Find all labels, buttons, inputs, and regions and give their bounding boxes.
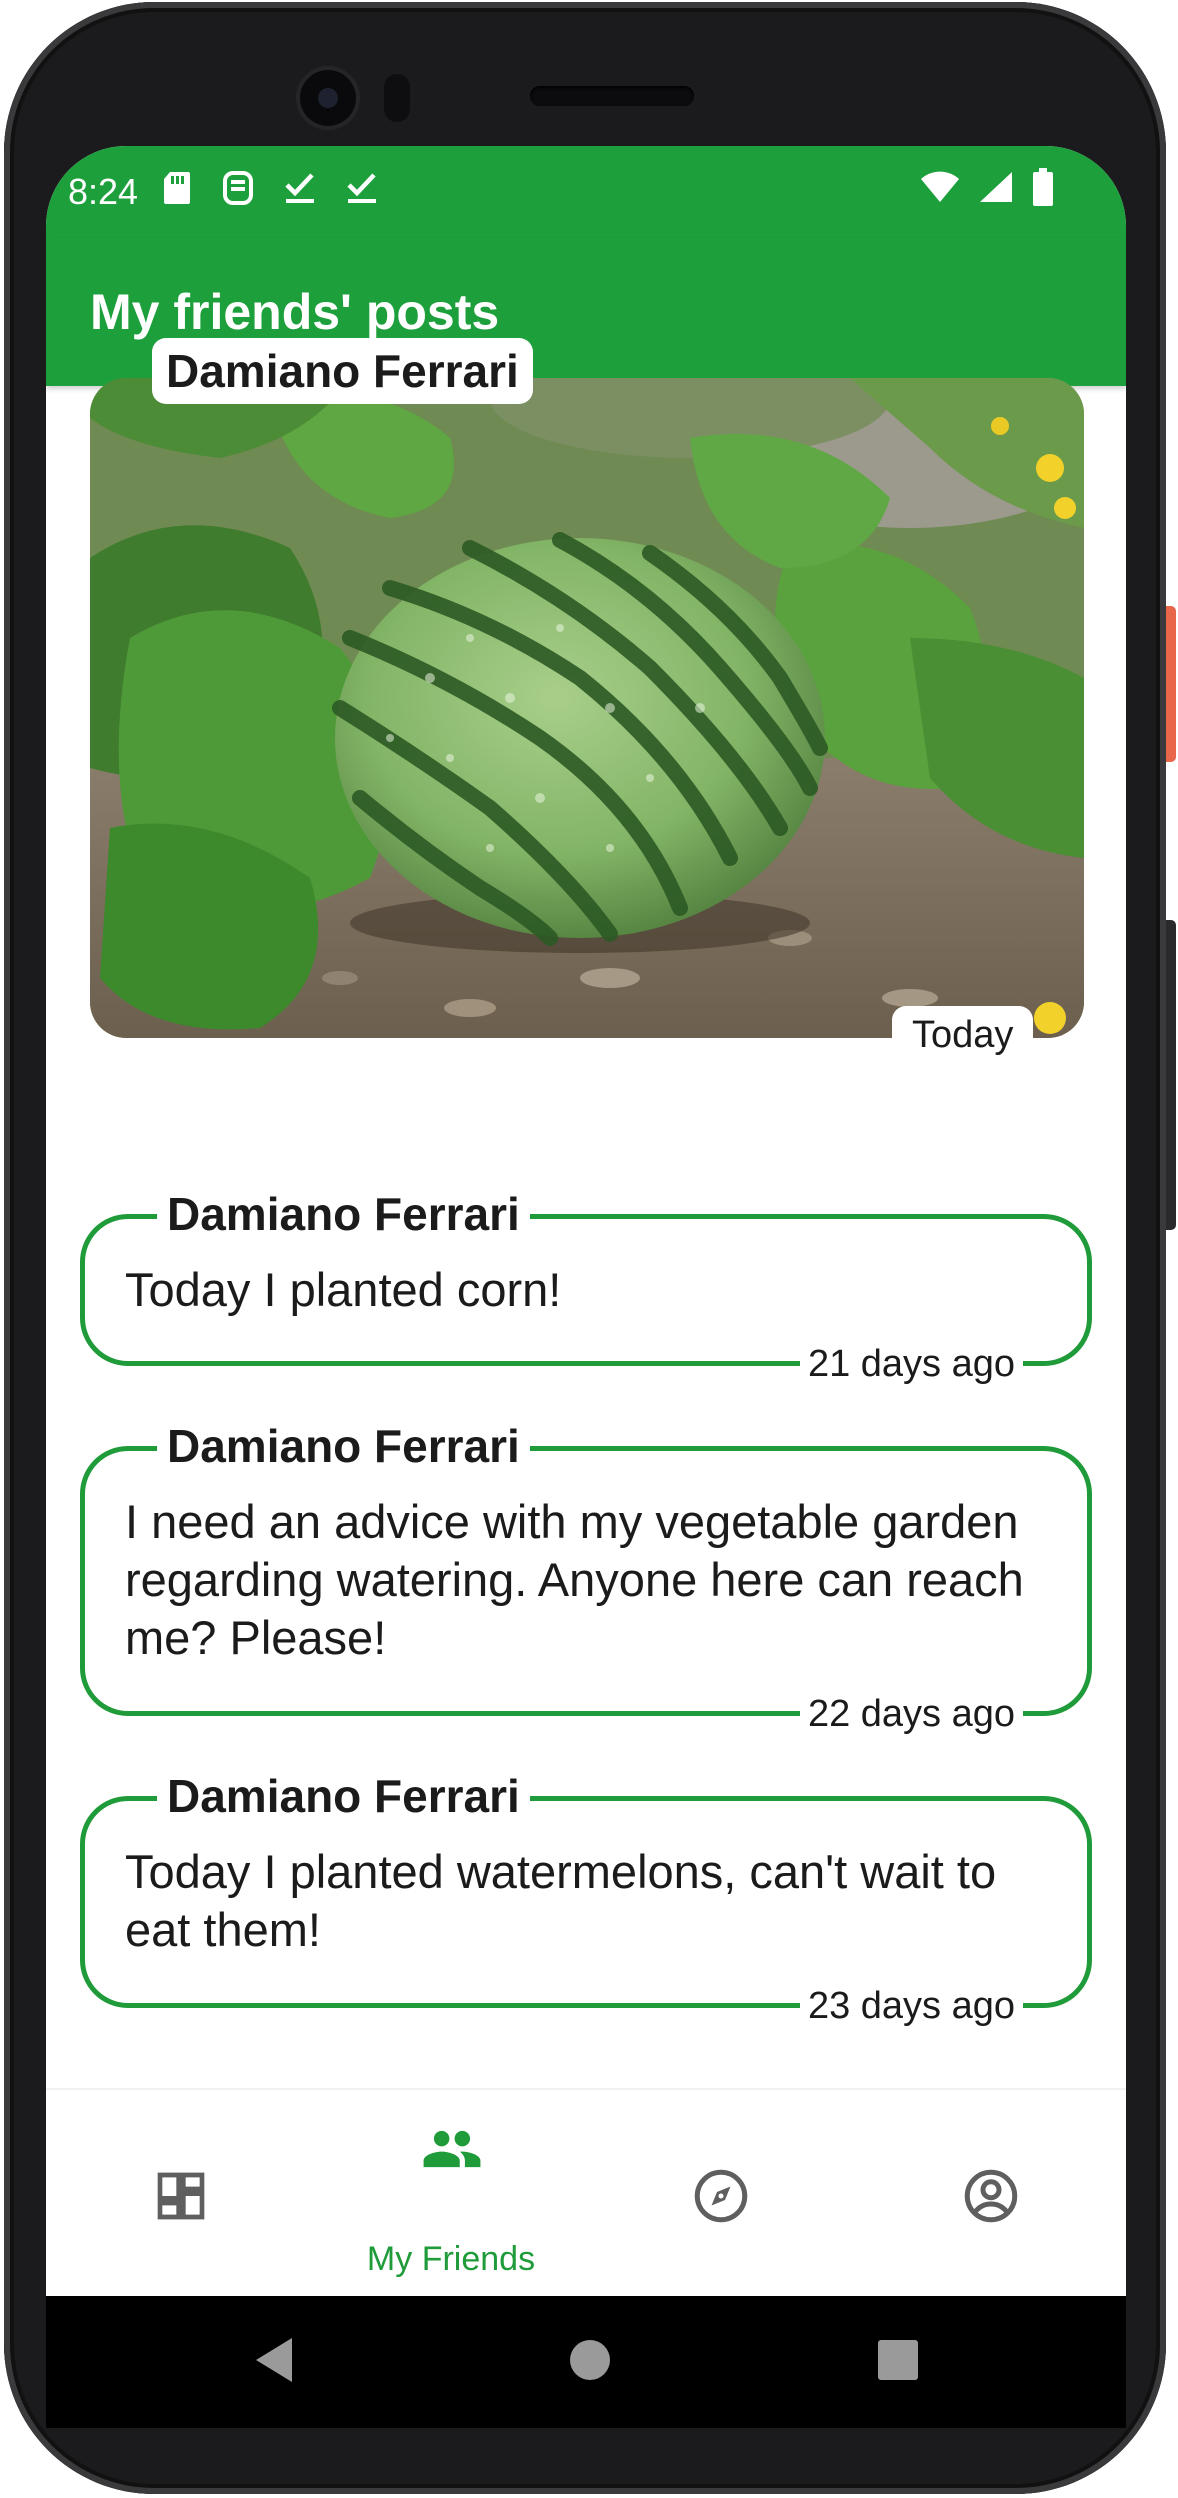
back-icon[interactable] [252, 2336, 296, 2384]
post-text: Today I planted corn! [125, 1263, 562, 1316]
post-author: Damiano Ferrari [157, 1183, 530, 1245]
proximity-sensor [384, 74, 410, 122]
nav-label-my-friends: My Friends [366, 2240, 536, 2278]
checkmark-icon [284, 171, 316, 214]
bottom-navigation: My Friends [46, 2088, 1126, 2296]
volume-button [1166, 920, 1176, 1230]
front-camera [300, 70, 356, 126]
home-icon[interactable] [568, 2338, 612, 2382]
post-text: Today I planted watermelons, can't wait … [125, 1845, 997, 1956]
post-text: I need an advice with my vegetable garde… [125, 1495, 1024, 1664]
battery-icon [1032, 168, 1054, 215]
signal-icon [978, 170, 1014, 213]
power-button [1166, 606, 1176, 762]
people-icon [423, 2130, 481, 2168]
account-circle-icon [964, 2169, 1018, 2223]
status-bar: 8:24 [46, 146, 1126, 238]
wifi-icon [920, 170, 960, 213]
text-post[interactable]: Damiano Ferrari I need an advice with my… [80, 1415, 1092, 1739]
screen: 8:24 My friends' posts Damiano Ferrari T… [46, 146, 1126, 2296]
sd-card-icon [162, 170, 192, 215]
post-date: 21 days ago [799, 1339, 1023, 1389]
post-author: Damiano Ferrari [157, 1765, 530, 1827]
post-author: Damiano Ferrari [152, 338, 533, 404]
sim-icon [222, 170, 254, 215]
system-navigation-bar [46, 2296, 1126, 2428]
text-post[interactable]: Damiano Ferrari Today I planted corn! 21… [80, 1183, 1092, 1389]
nav-item-profile[interactable] [856, 2090, 1126, 2296]
post-date: 23 days ago [799, 1981, 1023, 2031]
post-author: Damiano Ferrari [157, 1415, 530, 1477]
text-post[interactable]: Damiano Ferrari Today I planted watermel… [80, 1765, 1092, 2031]
page-title: My friends' posts [90, 284, 500, 340]
watermelon-photo [90, 378, 1084, 1038]
recents-icon[interactable] [876, 2338, 920, 2382]
nav-item-my-friends[interactable]: My Friends [316, 2090, 586, 2296]
compass-icon [694, 2169, 748, 2223]
nav-item-explore[interactable] [586, 2090, 856, 2296]
post-date: Today [892, 1006, 1034, 1065]
post-date: 22 days ago [799, 1689, 1023, 1739]
status-time: 8:24 [68, 171, 139, 212]
nav-item-dashboard[interactable] [46, 2090, 316, 2296]
dashboard-icon [157, 2172, 205, 2220]
checkmark-icon [346, 171, 378, 214]
image-post[interactable] [90, 378, 1084, 1038]
earpiece-speaker [530, 86, 694, 106]
